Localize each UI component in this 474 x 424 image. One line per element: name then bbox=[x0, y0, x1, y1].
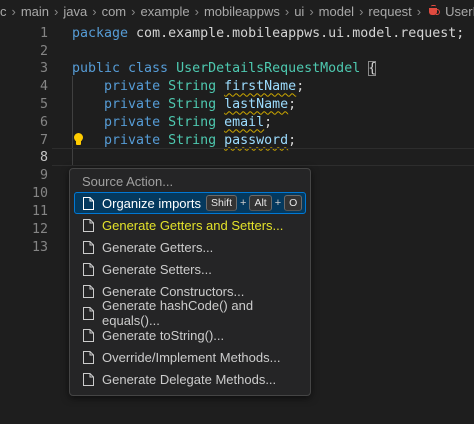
code-line[interactable]: 8 bbox=[0, 148, 474, 166]
code-line[interactable]: 3 public class UserDetailsRequestModel { bbox=[0, 59, 474, 77]
source-action-menu: Source Action... Organize imports Shift … bbox=[69, 168, 311, 396]
breadcrumb: c › main › java › com › example › mobileappws… bbox=[0, 0, 474, 22]
line-number: 6 bbox=[39, 114, 48, 130]
breadcrumb-file[interactable]: UserDe bbox=[426, 4, 474, 19]
breadcrumb-label: com bbox=[101, 3, 127, 19]
breadcrumb-label: model bbox=[318, 3, 355, 19]
menu-item-label: Generate Getters and Setters... bbox=[102, 217, 284, 233]
file-icon bbox=[83, 240, 94, 254]
breadcrumb-item[interactable]: model › bbox=[319, 4, 369, 19]
file-icon bbox=[83, 372, 94, 386]
file-icon bbox=[83, 284, 94, 298]
line-number: 8 bbox=[39, 149, 48, 165]
menu-item-generate-tostring[interactable]: Generate toString()... bbox=[74, 324, 306, 346]
line-number: 3 bbox=[39, 60, 48, 76]
menu-item-override-implement[interactable]: Override/Implement Methods... bbox=[74, 346, 306, 368]
breadcrumb-file-label: UserDe bbox=[445, 3, 474, 19]
menu-item-label: Generate Constructors... bbox=[102, 283, 245, 299]
file-icon bbox=[83, 350, 94, 364]
chevron-right-icon: › bbox=[131, 3, 136, 19]
chevron-right-icon: › bbox=[359, 3, 364, 19]
code-line[interactable]: 7 private String password; bbox=[0, 131, 474, 149]
java-file-icon bbox=[428, 5, 441, 17]
menu-item-label: Generate Getters... bbox=[102, 239, 214, 255]
breadcrumb-label: request bbox=[368, 3, 412, 19]
chevron-right-icon: › bbox=[54, 3, 59, 19]
menu-item-generate-getters[interactable]: Generate Getters... bbox=[74, 236, 306, 258]
breadcrumb-label: c bbox=[0, 3, 7, 19]
code-text: private String password; bbox=[104, 132, 297, 148]
key-shift: Shift bbox=[205, 195, 237, 211]
menu-item-generate-hashcode-equals[interactable]: Generate hashCode() and equals()... bbox=[74, 298, 306, 328]
breadcrumb-label: ui bbox=[294, 3, 305, 19]
menu-item-label: Organize imports bbox=[102, 195, 201, 211]
file-icon bbox=[83, 306, 94, 320]
menu-item-label: Generate Delegate Methods... bbox=[102, 371, 277, 387]
file-icon bbox=[83, 262, 94, 276]
file-icon bbox=[83, 328, 94, 342]
breadcrumb-item[interactable]: request › bbox=[368, 4, 426, 19]
line-number: 7 bbox=[39, 132, 48, 148]
breadcrumb-item[interactable]: java › bbox=[63, 4, 101, 19]
menu-item-generate-setters[interactable]: Generate Setters... bbox=[74, 258, 306, 280]
line-number: 5 bbox=[39, 96, 48, 112]
key-alt: Alt bbox=[249, 195, 272, 211]
menu-item-generate-delegate-methods[interactable]: Generate Delegate Methods... bbox=[74, 368, 306, 390]
menu-header: Source Action... bbox=[82, 174, 174, 189]
breadcrumb-label: main bbox=[20, 3, 50, 19]
line-number: 10 bbox=[31, 185, 48, 201]
code-line[interactable]: 6 private String email; bbox=[0, 113, 474, 131]
code-line[interactable]: 4 private String firstName; bbox=[0, 77, 474, 95]
chevron-right-icon: › bbox=[92, 3, 97, 19]
breadcrumb-label: example bbox=[140, 3, 190, 19]
breadcrumb-item[interactable]: mobileappws › bbox=[204, 4, 294, 19]
code-line[interactable]: 1 package com.example.mobileappws.ui.mod… bbox=[0, 24, 474, 42]
line-number: 13 bbox=[31, 239, 48, 255]
breadcrumb-item[interactable]: ui › bbox=[294, 4, 318, 19]
menu-item-label: Generate toString()... bbox=[102, 327, 225, 343]
breadcrumb-label: java bbox=[63, 3, 88, 19]
file-icon bbox=[83, 218, 94, 232]
menu-item-generate-getters-setters[interactable]: Generate Getters and Setters... bbox=[74, 214, 306, 236]
line-number: 9 bbox=[39, 167, 48, 183]
key-o: O bbox=[284, 195, 303, 211]
chevron-right-icon: › bbox=[309, 3, 314, 19]
breadcrumb-item[interactable]: main › bbox=[21, 4, 64, 19]
code-text: private String firstName; bbox=[104, 78, 305, 94]
line-number: 11 bbox=[31, 203, 48, 219]
line-number: 1 bbox=[39, 25, 48, 41]
line-number: 4 bbox=[39, 78, 48, 94]
breadcrumb-item[interactable]: c › bbox=[0, 4, 21, 19]
menu-item-label: Generate Setters... bbox=[102, 261, 212, 277]
code-text: private String email; bbox=[104, 114, 273, 130]
code-line[interactable]: 2 bbox=[0, 42, 474, 60]
chevron-right-icon: › bbox=[11, 3, 16, 19]
code-text: package com.example.mobileappws.ui.model… bbox=[72, 25, 465, 41]
line-number: 2 bbox=[39, 43, 48, 59]
menu-item-organize-imports[interactable]: Organize imports Shift + Alt + O bbox=[74, 192, 306, 214]
code-line[interactable]: 5 private String lastName; bbox=[0, 95, 474, 113]
keybinding: Shift + Alt + O bbox=[205, 195, 303, 211]
menu-item-label: Override/Implement Methods... bbox=[102, 349, 281, 365]
code-text: private String lastName; bbox=[104, 96, 297, 112]
breadcrumb-item[interactable]: com › bbox=[102, 4, 141, 19]
breadcrumb-label: mobileappws bbox=[203, 3, 280, 19]
breadcrumb-item[interactable]: example › bbox=[140, 4, 203, 19]
chevron-right-icon: › bbox=[194, 3, 199, 19]
chevron-right-icon: › bbox=[416, 3, 422, 19]
line-number: 12 bbox=[31, 221, 48, 237]
file-icon bbox=[83, 196, 94, 210]
code-text: public class UserDetailsRequestModel { bbox=[72, 60, 377, 76]
chevron-right-icon: › bbox=[284, 3, 290, 19]
